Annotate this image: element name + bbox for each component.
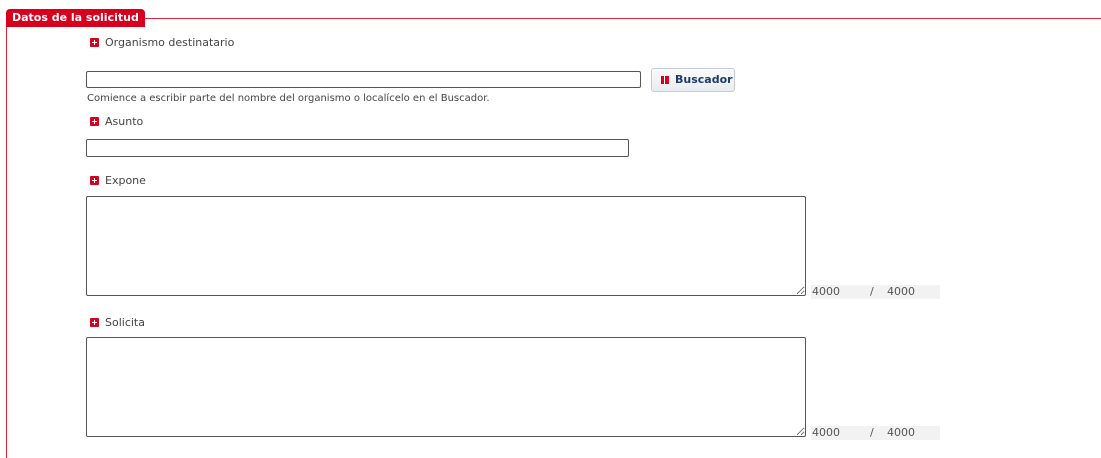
buscador-button-label: Buscador [675, 73, 733, 86]
solicita-char-counter: 4000 / 4000 [811, 426, 940, 440]
organismo-hint: Comience a escribir parte del nombre del… [87, 93, 490, 104]
buscador-button[interactable]: Buscador [651, 68, 735, 92]
expone-max: 4000 [887, 285, 915, 298]
solicita-separator: / [870, 426, 874, 439]
expone-remaining: 4000 [812, 285, 840, 298]
required-icon [90, 38, 99, 47]
asunto-label: Asunto [105, 115, 144, 128]
asunto-input[interactable] [86, 139, 629, 157]
organismo-input[interactable] [86, 71, 641, 88]
search-icon [661, 76, 669, 84]
solicita-max: 4000 [887, 426, 915, 439]
organismo-label: Organismo destinatario [105, 36, 235, 49]
expone-separator: / [870, 285, 874, 298]
expone-char-counter: 4000 / 4000 [811, 285, 940, 299]
expone-label: Expone [105, 174, 146, 187]
section-legend: Datos de la solicitud [6, 9, 145, 27]
required-icon [90, 318, 99, 327]
required-icon [90, 117, 99, 126]
solicita-remaining: 4000 [812, 426, 840, 439]
solicita-label: Solicita [105, 316, 145, 329]
required-icon [90, 176, 99, 185]
solicita-textarea[interactable] [86, 337, 806, 437]
expone-textarea[interactable] [86, 196, 806, 296]
